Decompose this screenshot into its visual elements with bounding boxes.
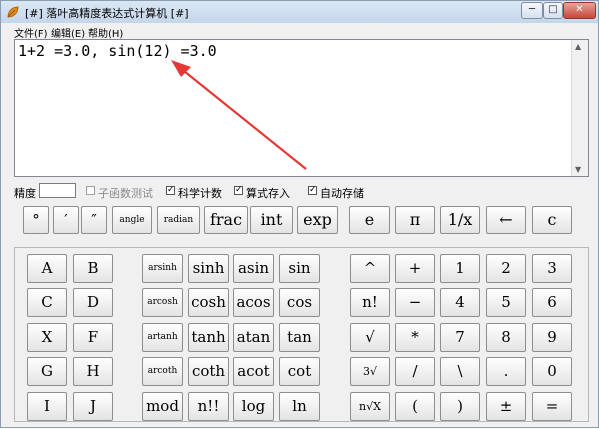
function-button[interactable]: acot [233,357,274,386]
digit-button[interactable]: 6 [532,288,572,317]
digit-button[interactable]: 4 [440,288,480,317]
function-button[interactable]: sinh [188,254,229,283]
operator-button[interactable]: − [395,288,435,317]
hyperbolic-button[interactable]: arsinh [142,254,183,283]
operator-button[interactable]: ( [395,392,435,421]
operator-button[interactable]: 3√ [350,357,390,386]
digit-button[interactable]: 5 [486,288,526,317]
digit-button[interactable]: 9 [532,323,572,352]
operator-button[interactable]: + [395,254,435,283]
digit-button[interactable]: = [532,392,572,421]
digit-button[interactable]: 7 [440,323,480,352]
letter-button[interactable]: D [73,288,113,317]
letter-button[interactable]: G [27,357,67,386]
function-button[interactable]: tan [279,323,320,352]
letter-button[interactable]: B [73,254,113,283]
function-button[interactable]: log [233,392,274,421]
digit-button[interactable]: ± [486,392,526,421]
letter-button[interactable]: A [27,254,67,283]
hyperbolic-button[interactable]: arcosh [142,288,183,317]
mod-button[interactable]: mod [142,392,183,421]
digit-button[interactable]: 1 [440,254,480,283]
calculator-window: [#] 落叶高精度表达式计算机 [#] ─ □ ✕ 文件(F) 编辑(E) 帮助… [0,0,599,428]
digit-button[interactable]: \ [440,357,480,386]
digit-button[interactable]: ) [440,392,480,421]
function-button[interactable]: asin [233,254,274,283]
operator-button[interactable]: n! [350,288,390,317]
letter-button[interactable]: I [27,392,67,421]
function-button[interactable]: tanh [188,323,229,352]
hyperbolic-button[interactable]: artanh [142,323,183,352]
operator-button[interactable]: √ [350,323,390,352]
digit-button[interactable]: 8 [486,323,526,352]
letter-button[interactable]: X [27,323,67,352]
operator-button[interactable]: n√X [350,392,390,421]
digit-button[interactable]: . [486,357,526,386]
function-button[interactable]: sin [279,254,320,283]
letter-button[interactable]: J [73,392,113,421]
letter-button[interactable]: C [27,288,67,317]
digit-button[interactable]: 3 [532,254,572,283]
letter-button[interactable]: H [73,357,113,386]
hyperbolic-button[interactable]: arcoth [142,357,183,386]
function-button[interactable]: n!! [188,392,229,421]
digit-button[interactable]: 0 [532,357,572,386]
function-button[interactable]: cos [279,288,320,317]
function-button[interactable]: atan [233,323,274,352]
operator-button[interactable]: / [395,357,435,386]
function-button[interactable]: cosh [188,288,229,317]
function-button[interactable]: acos [233,288,274,317]
digit-button[interactable]: 2 [486,254,526,283]
letter-button[interactable]: F [73,323,113,352]
function-button[interactable]: cot [279,357,320,386]
operator-button[interactable]: ^ [350,254,390,283]
operator-button[interactable]: * [395,323,435,352]
function-button[interactable]: coth [188,357,229,386]
function-button[interactable]: ln [279,392,320,421]
